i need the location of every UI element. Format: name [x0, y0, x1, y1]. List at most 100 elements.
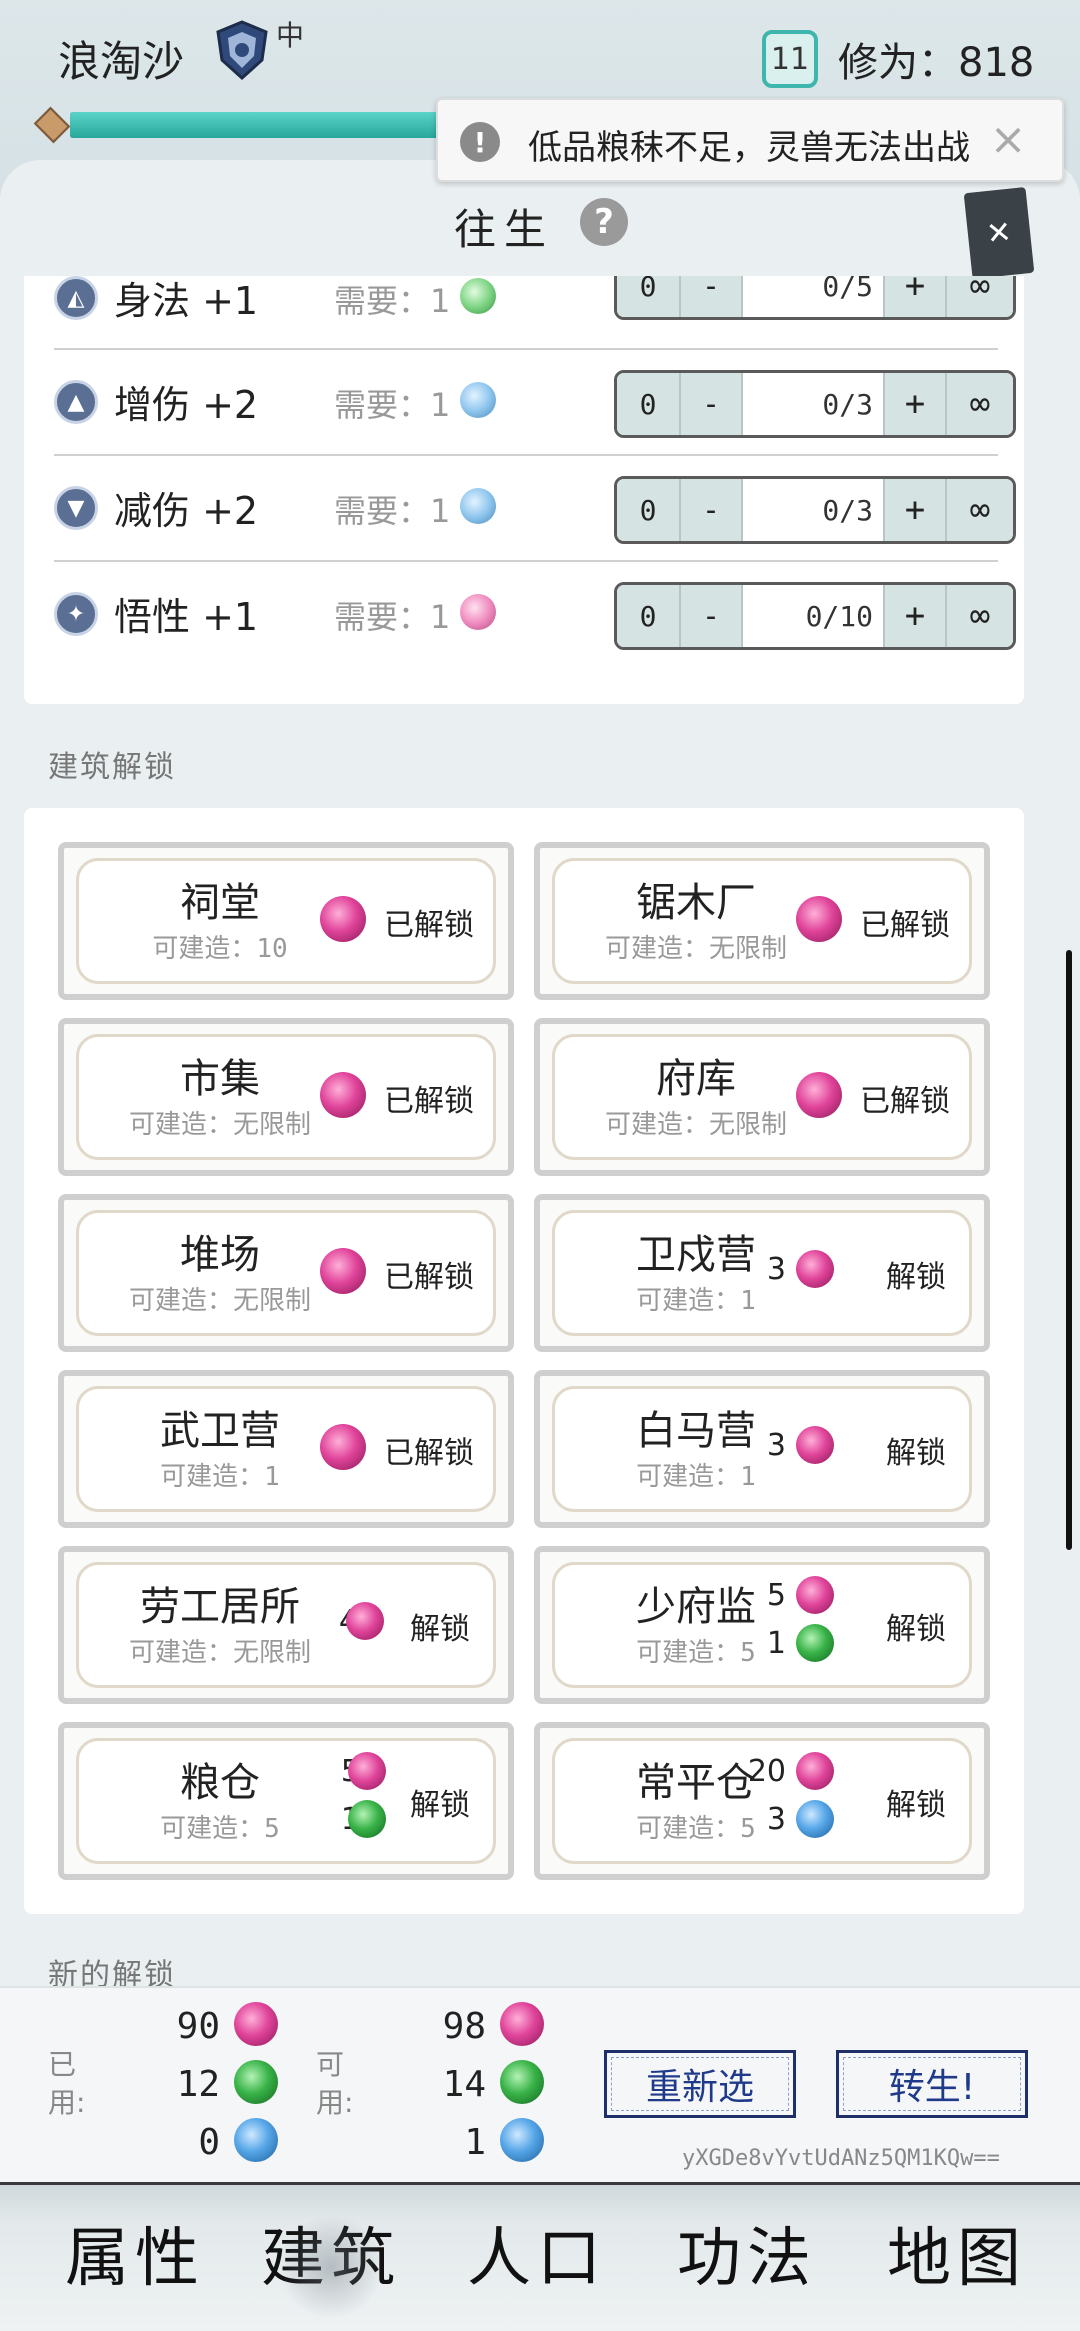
stepper-zero-button[interactable]: 0: [617, 276, 681, 317]
attribute-need: 需要：1: [334, 598, 451, 636]
attribute-row: ▼ 减伤 +2 需要：1 0 - 0/3 + ∞: [24, 456, 1024, 562]
stepper-max-button[interactable]: ∞: [945, 479, 1013, 541]
building-limit: 可建造：1: [160, 1462, 280, 1492]
stepper-minus-button[interactable]: -: [681, 479, 743, 541]
warning-icon: !: [460, 122, 500, 162]
building-card[interactable]: 白马营 可建造：1 3 解锁: [534, 1370, 990, 1528]
building-limit: 可建造：无限制: [128, 1286, 311, 1316]
avail-pink-value: 98: [442, 2006, 486, 2047]
building-card[interactable]: 粮仓 可建造：5 5 1 解锁: [58, 1722, 514, 1880]
building-card[interactable]: 劳工居所 可建造：无限制 4 解锁: [58, 1546, 514, 1704]
attribute-label: 悟性 +1: [114, 595, 259, 639]
stepper-max-button[interactable]: ∞: [945, 373, 1013, 435]
building-card[interactable]: 堆场 可建造：无限制 已解锁: [58, 1194, 514, 1352]
close-icon[interactable]: ×: [978, 114, 1038, 170]
building-name: 武卫营: [160, 1408, 280, 1454]
pink-orb-icon: [796, 1072, 842, 1118]
stepper-plus-button[interactable]: +: [883, 276, 945, 317]
attribute-list: ◭ 身法 +1 需要：1 0 - 0/5 + ∞ ▲ 增伤 +2 需要：1 0 …: [24, 276, 1024, 704]
building-card[interactable]: 祠堂 可建造：10 已解锁: [58, 842, 514, 1000]
stepper-plus-button[interactable]: +: [883, 479, 945, 541]
avail-blue-value: 1: [464, 2122, 486, 2163]
stepper-max-button[interactable]: ∞: [945, 585, 1013, 647]
pink-orb-icon: [234, 2002, 278, 2046]
stepper-plus-button[interactable]: +: [883, 585, 945, 647]
used-label: 已用:: [48, 2048, 86, 2119]
building-status: 已解锁: [860, 1084, 950, 1119]
section-title-buildings: 建筑解锁: [48, 750, 176, 785]
damage-down-icon: ▼: [54, 486, 98, 530]
stepper-zero-button[interactable]: 0: [617, 585, 681, 647]
unlock-button[interactable]: 解锁: [410, 1780, 470, 1824]
attribute-row: ◭ 身法 +1 需要：1 0 - 0/5 + ∞: [24, 276, 1024, 352]
blue-orb-icon: [234, 2118, 278, 2162]
green-orb-icon: [234, 2060, 278, 2104]
unlock-button[interactable]: 解锁: [886, 1252, 946, 1296]
pink-cost-value: 20: [747, 1754, 786, 1789]
nav-tab-population[interactable]: 人口: [442, 2207, 632, 2317]
scrollbar[interactable]: [1066, 950, 1072, 1550]
stepper-minus-button[interactable]: -: [681, 373, 743, 435]
building-status: 已解锁: [860, 908, 950, 943]
unlock-button[interactable]: 解锁: [886, 1428, 946, 1472]
stepper-zero-button[interactable]: 0: [617, 373, 681, 435]
pink-orb-icon: [320, 1424, 366, 1470]
close-icon[interactable]: ✕: [963, 186, 1035, 280]
attribute-label: 减伤 +2: [114, 489, 259, 533]
stepper-zero-button[interactable]: 0: [617, 479, 681, 541]
help-icon[interactable]: ?: [580, 198, 628, 246]
building-card[interactable]: 少府监 可建造：5 5 1 解锁: [534, 1546, 990, 1704]
nav-tab-buildings[interactable]: 建筑: [236, 2207, 426, 2317]
building-limit: 可建造：无限制: [128, 1110, 311, 1140]
building-card[interactable]: 市集 可建造：无限制 已解锁: [58, 1018, 514, 1176]
progress-fill: [70, 112, 450, 138]
attribute-need: 需要：1: [334, 282, 451, 320]
building-name: 市集: [180, 1056, 260, 1102]
pink-orb-icon: [346, 1602, 384, 1640]
reselect-button[interactable]: 重新选: [604, 2050, 796, 2118]
cultivation-value: 修为：818: [838, 40, 1035, 86]
stepper-minus-button[interactable]: -: [681, 585, 743, 647]
building-card[interactable]: 锯木厂 可建造：无限制 已解锁: [534, 842, 990, 1000]
building-status: 已解锁: [384, 908, 474, 943]
nav-tab-attributes[interactable]: 属性: [40, 2207, 230, 2317]
building-card[interactable]: 卫戍营 可建造：1 3 解锁: [534, 1194, 990, 1352]
building-limit: 可建造：无限制: [604, 1110, 787, 1140]
pink-orb-icon: [348, 1752, 386, 1790]
nav-tab-skills[interactable]: 功法: [652, 2207, 842, 2317]
stepper-value: 0/3: [822, 493, 873, 527]
green-orb-icon: [460, 278, 496, 314]
building-status: 已解锁: [384, 1084, 474, 1119]
building-card[interactable]: 常平仓 可建造：5 20 3 解锁: [534, 1722, 990, 1880]
quantity-stepper: 0 - 0/10 + ∞: [614, 582, 1016, 650]
pink-cost-value: 3: [766, 1252, 786, 1287]
quantity-stepper: 0 - 0/3 + ∞: [614, 476, 1016, 544]
attribute-need: 需要：1: [334, 386, 451, 424]
building-card[interactable]: 府库 可建造：无限制 已解锁: [534, 1018, 990, 1176]
stepper-max-button[interactable]: ∞: [945, 276, 1013, 317]
insight-icon: ✦: [54, 592, 98, 636]
building-status: 已解锁: [384, 1436, 474, 1471]
agility-icon: ◭: [54, 276, 98, 320]
rebirth-button[interactable]: 转生!: [836, 2050, 1028, 2118]
unlock-button[interactable]: 解锁: [886, 1604, 946, 1648]
building-limit: 可建造：10: [152, 934, 288, 964]
toast-message: 低品粮秣不足，灵兽无法出战: [528, 128, 970, 168]
pink-orb-icon: [796, 1752, 834, 1790]
unlock-button[interactable]: 解锁: [410, 1604, 470, 1648]
attribute-label: 身法 +1: [114, 279, 259, 323]
available-label: 可用:: [316, 2048, 354, 2119]
blue-orb-icon: [796, 1800, 834, 1838]
blue-orb-icon: [460, 382, 496, 418]
unlock-button[interactable]: 解锁: [886, 1780, 946, 1824]
building-name: 堆场: [180, 1232, 260, 1278]
stepper-minus-button[interactable]: -: [681, 276, 743, 317]
attribute-row: ▲ 增伤 +2 需要：1 0 - 0/3 + ∞: [24, 350, 1024, 456]
pink-orb-icon: [320, 1248, 366, 1294]
green-cost-value: 1: [766, 1626, 786, 1661]
stepper-plus-button[interactable]: +: [883, 373, 945, 435]
building-card[interactable]: 武卫营 可建造：1 已解锁: [58, 1370, 514, 1528]
damage-up-icon: ▲: [54, 380, 98, 424]
pink-orb-icon: [796, 1250, 834, 1288]
nav-tab-map[interactable]: 地图: [862, 2207, 1052, 2317]
